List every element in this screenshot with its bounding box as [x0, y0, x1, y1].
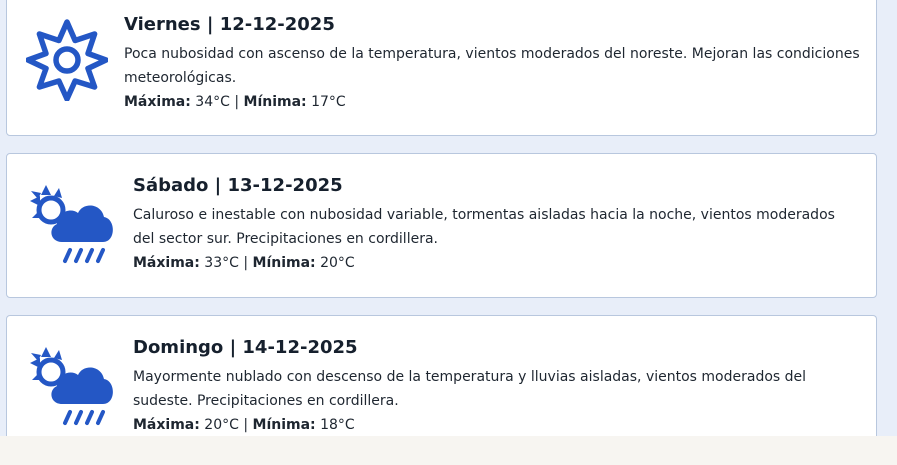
max-label: Máxima: [133, 255, 200, 271]
forecast-text: Sábado | 13-12-2025 Caluroso e inestable… [133, 173, 860, 275]
footer-band [0, 436, 897, 465]
min-value: 17°C [306, 94, 346, 110]
max-value: 20°C [199, 417, 239, 433]
forecast-title: Domingo | 14-12-2025 [133, 337, 358, 358]
max-label: Máxima: [133, 417, 200, 433]
forecast-text: Viernes | 12-12-2025 Poca nubosidad con … [124, 12, 860, 114]
max-value: 34°C [190, 94, 230, 110]
temp-separator: | [238, 417, 253, 433]
min-label: Mínima: [252, 417, 316, 433]
partly-cloudy-rain-icon [26, 182, 116, 268]
forecast-title: Viernes | 12-12-2025 [124, 14, 335, 35]
max-label: Máxima: [124, 94, 191, 110]
temp-separator: | [229, 94, 244, 110]
min-label: Mínima: [252, 255, 316, 271]
forecast-title: Sábado | 13-12-2025 [133, 175, 343, 196]
forecast-text: Domingo | 14-12-2025 Mayormente nublado … [133, 335, 860, 437]
min-value: 20°C [315, 255, 355, 271]
sun-icon [26, 19, 108, 101]
forecast-description: Mayormente nublado con descenso de la te… [133, 369, 807, 409]
forecast-card-friday: Viernes | 12-12-2025 Poca nubosidad con … [6, 0, 877, 136]
min-value: 18°C [315, 417, 355, 433]
forecast-description: Caluroso e inestable con nubosidad varia… [133, 207, 835, 247]
temp-separator: | [238, 255, 253, 271]
forecast-temperatures: Máxima: 33°C | Mínima: 20°C [133, 251, 860, 275]
min-label: Mínima: [243, 94, 307, 110]
forecast-temperatures: Máxima: 20°C | Mínima: 18°C [133, 413, 860, 437]
forecast-card-sunday: Domingo | 14-12-2025 Mayormente nublado … [6, 315, 877, 445]
max-value: 33°C [199, 255, 239, 271]
forecast-card-saturday: Sábado | 13-12-2025 Caluroso e inestable… [6, 153, 877, 298]
partly-cloudy-rain-icon [26, 344, 116, 430]
forecast-description: Poca nubosidad con ascenso de la tempera… [124, 46, 860, 86]
forecast-temperatures: Máxima: 34°C | Mínima: 17°C [124, 90, 860, 114]
